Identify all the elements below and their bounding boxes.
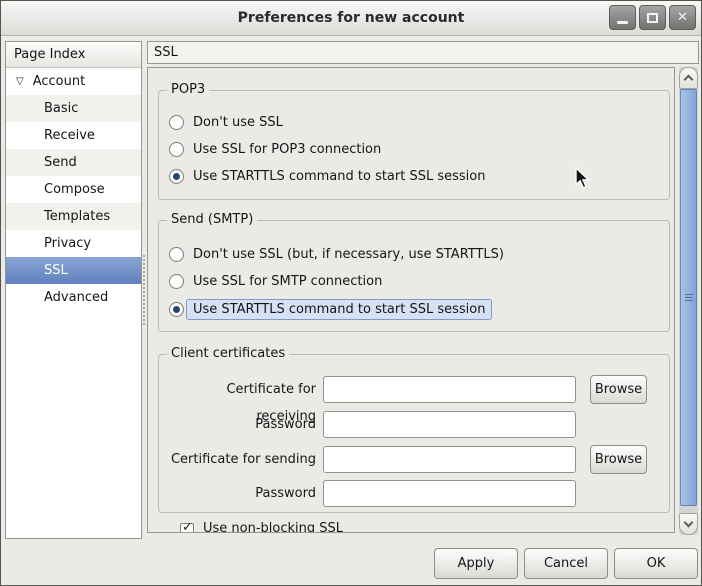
sidebar-item-label: Privacy (44, 236, 91, 251)
radio-label: Don't use SSL (but, if necessary, use ST… (193, 247, 504, 262)
page-index-panel: Page Index ▽ Account Basic Receive Send … (5, 41, 142, 539)
radio-unchecked-icon (169, 115, 184, 130)
radio-label: Use STARTTLS command to start SSL sessio… (193, 169, 485, 184)
sidebar-item-templates[interactable]: Templates (6, 203, 141, 230)
minimize-icon (617, 21, 628, 24)
preferences-window: Preferences for new account ✕ Page Index… (0, 0, 702, 586)
pop3-group-title: POP3 (167, 82, 209, 97)
sidebar-item-label: Account (33, 74, 86, 89)
ssl-settings-panel: POP3 Don't use SSL Use SSL for POP3 conn… (147, 67, 675, 533)
focused-radio-label: Use STARTTLS command to start SSL sessio… (186, 299, 492, 320)
smtp-radio-dont-use-ssl[interactable]: Don't use SSL (but, if necessary, use ST… (169, 243, 504, 265)
sidebar-item-label: Templates (44, 209, 110, 224)
browse-receiving-button[interactable]: Browse (590, 375, 647, 404)
pane-splitter-handle[interactable] (142, 254, 146, 326)
browse-sending-button[interactable]: Browse (590, 445, 647, 474)
maximize-button[interactable] (639, 5, 666, 30)
radio-unchecked-icon (169, 274, 184, 289)
radio-checked-icon (169, 302, 184, 317)
sidebar-item-label: SSL (44, 263, 68, 278)
use-nonblocking-ssl-checkbox[interactable]: ✓ Use non-blocking SSL (180, 521, 343, 533)
client-certificates-group-title: Client certificates (167, 346, 289, 361)
sidebar-item-privacy[interactable]: Privacy (6, 230, 141, 257)
sidebar-item-label: Basic (44, 101, 78, 116)
window-controls: ✕ (609, 5, 696, 30)
sidebar-item-account[interactable]: ▽ Account (6, 68, 141, 95)
minimize-button[interactable] (609, 5, 636, 30)
sidebar-item-advanced[interactable]: Advanced (6, 284, 141, 311)
smtp-radio-use-ssl[interactable]: Use SSL for SMTP connection (169, 270, 382, 292)
check-icon: ✓ (182, 520, 193, 533)
pop3-radio-use-ssl[interactable]: Use SSL for POP3 connection (169, 138, 381, 160)
checkbox-label: Use non-blocking SSL (203, 521, 343, 533)
vertical-scrollbar[interactable] (679, 67, 698, 535)
cancel-button[interactable]: Cancel (524, 548, 608, 579)
radio-label: Use SSL for SMTP connection (193, 274, 382, 289)
smtp-radio-starttls[interactable]: Use STARTTLS command to start SSL sessio… (169, 298, 492, 320)
maximize-icon (647, 13, 658, 23)
certificate-sending-input[interactable] (323, 446, 576, 473)
smtp-group: Send (SMTP) Don't use SSL (but, if neces… (158, 220, 670, 332)
password-sending-input[interactable] (323, 480, 576, 507)
radio-label: Don't use SSL (193, 115, 283, 130)
password-sending-label: Password (166, 480, 316, 507)
close-icon: ✕ (677, 11, 688, 24)
client-certificates-group: Client certificates Certificate for rece… (158, 354, 670, 513)
chevron-down-icon (684, 518, 694, 528)
sidebar-item-label: Receive (44, 128, 95, 143)
page-index-header[interactable]: Page Index (6, 42, 141, 68)
radio-unchecked-icon (169, 142, 184, 157)
certificate-receiving-input[interactable] (323, 376, 576, 403)
password-receiving-label: Password (166, 411, 316, 438)
thumb-grip-icon (685, 294, 693, 302)
sidebar-item-compose[interactable]: Compose (6, 176, 141, 203)
apply-button[interactable]: Apply (434, 548, 518, 579)
radio-label: Use SSL for POP3 connection (193, 142, 381, 157)
ok-button[interactable]: OK (614, 548, 698, 579)
password-receiving-input[interactable] (323, 411, 576, 438)
scrollbar-thumb[interactable] (680, 89, 697, 506)
pop3-radio-starttls[interactable]: Use STARTTLS command to start SSL sessio… (169, 165, 485, 187)
smtp-group-title: Send (SMTP) (167, 212, 257, 227)
sidebar-item-basic[interactable]: Basic (6, 95, 141, 122)
pop3-group: POP3 Don't use SSL Use SSL for POP3 conn… (158, 90, 670, 200)
sidebar-item-ssl[interactable]: SSL (6, 257, 141, 284)
sidebar-item-send[interactable]: Send (6, 149, 141, 176)
expander-open-icon[interactable]: ▽ (16, 76, 24, 87)
close-button[interactable]: ✕ (669, 5, 696, 30)
window-title: Preferences for new account (1, 1, 701, 35)
sidebar-item-receive[interactable]: Receive (6, 122, 141, 149)
sidebar-item-label: Send (44, 155, 77, 170)
sidebar-item-label: Advanced (44, 290, 108, 305)
sidebar-item-label: Compose (44, 182, 105, 197)
page-title: SSL (147, 41, 699, 64)
checkbox-checked-icon: ✓ (180, 523, 194, 533)
certificate-sending-label: Certificate for sending (166, 446, 316, 473)
radio-checked-icon (169, 169, 184, 184)
scroll-down-button[interactable] (679, 513, 698, 535)
scroll-up-button[interactable] (679, 67, 698, 89)
titlebar[interactable]: Preferences for new account ✕ (1, 1, 701, 36)
radio-unchecked-icon (169, 247, 184, 262)
pop3-radio-dont-use-ssl[interactable]: Don't use SSL (169, 111, 283, 133)
chevron-up-icon (684, 75, 694, 85)
